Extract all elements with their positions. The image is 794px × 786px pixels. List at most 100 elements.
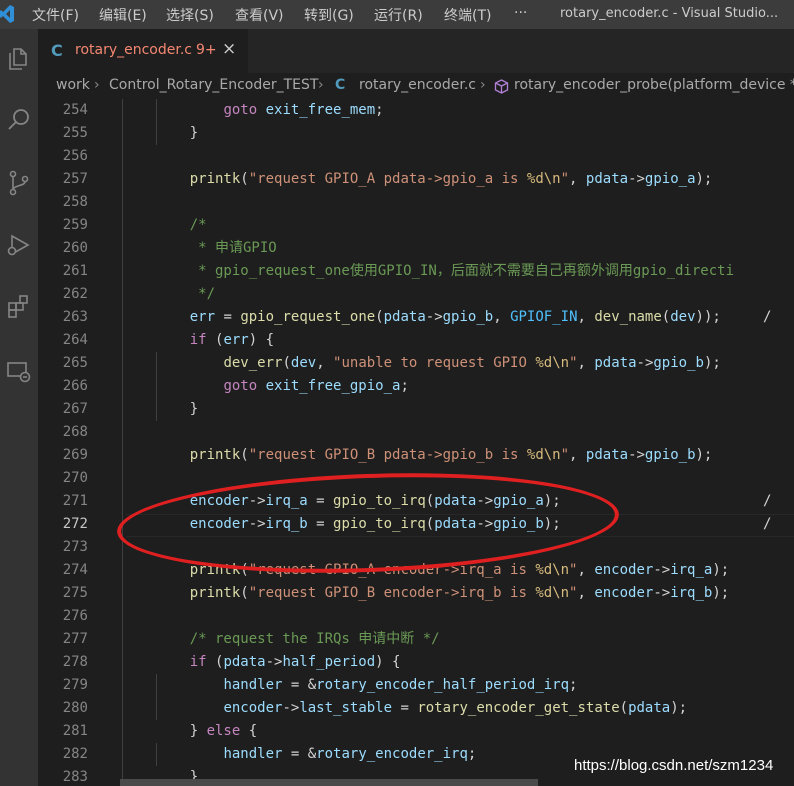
code-text[interactable]: } xyxy=(156,122,198,145)
code-text[interactable]: } xyxy=(156,398,198,421)
breadcrumb: work › Control_Rotary_Encoder_TEST › C r… xyxy=(38,73,794,99)
breadcrumb-item-symbol[interactable]: rotary_encoder_probe(platform_device *) xyxy=(514,77,794,93)
code-text[interactable]: if (err) { xyxy=(156,329,274,352)
code-line[interactable]: 261 * gpio_request_one使用GPIO_IN，后面就不需要自己… xyxy=(38,260,794,283)
code-text[interactable]: /* xyxy=(156,214,207,237)
code-text[interactable]: printk("request GPIO_B pdata->gpio_b is … xyxy=(156,444,713,467)
code-line[interactable]: 254 goto exit_free_mem; xyxy=(38,99,794,122)
code-line[interactable]: 265 dev_err(dev, "unable to request GPIO… xyxy=(38,352,794,375)
chevron-right-icon: › xyxy=(94,77,100,93)
menu-edit[interactable]: 编辑(E) xyxy=(99,5,147,25)
code-text[interactable]: handler = &rotary_encoder_half_period_ir… xyxy=(156,674,577,697)
line-number: 275 xyxy=(62,585,88,601)
breadcrumb-item-work[interactable]: work xyxy=(56,77,90,93)
menu-selection[interactable]: 选择(S) xyxy=(166,5,214,25)
code-text[interactable]: goto exit_free_gpio_a; xyxy=(156,375,408,398)
code-text[interactable]: * 申请GPIO xyxy=(156,237,277,260)
code-editor[interactable]: 254 goto exit_free_mem; 255 } 256 257 print… xyxy=(38,99,794,786)
code-line[interactable]: 264 if (err) { xyxy=(38,329,794,352)
tab-rotary-encoder[interactable]: C rotary_encoder.c 9+ × xyxy=(38,29,248,73)
line-number: 259 xyxy=(62,217,88,233)
line-number: 273 xyxy=(62,539,88,555)
code-line[interactable]: 275 printk("request GPIO_B encoder->irq_… xyxy=(38,582,794,605)
menu-terminal[interactable]: 终端(T) xyxy=(444,5,491,25)
code-text[interactable]: dev_err(dev, "unable to request GPIO %d\… xyxy=(156,352,720,375)
title-bar: 文件(F) 编辑(E) 选择(S) 查看(V) 转到(G) 运行(R) 终端(T… xyxy=(0,0,794,29)
code-line[interactable]: 262 */ xyxy=(38,283,794,306)
code-line[interactable]: 256 xyxy=(38,145,794,168)
line-number: 279 xyxy=(62,677,88,693)
code-text[interactable]: */ xyxy=(156,283,215,306)
code-text[interactable]: goto exit_free_mem; xyxy=(156,99,383,122)
code-line[interactable]: 269 printk("request GPIO_B pdata->gpio_b… xyxy=(38,444,794,467)
line-number: 263 xyxy=(62,309,88,325)
menu-more[interactable]: ··· xyxy=(514,5,527,21)
line-number: 270 xyxy=(62,470,88,486)
breadcrumb-item-folder[interactable]: Control_Rotary_Encoder_TEST xyxy=(109,77,318,93)
close-icon[interactable]: × xyxy=(222,39,236,59)
code-line[interactable]: 255 } xyxy=(38,122,794,145)
code-text[interactable]: /* request the IRQs 申请中断 */ xyxy=(156,628,440,651)
explorer-icon[interactable] xyxy=(0,37,38,77)
code-text[interactable]: encoder->last_stable = rotary_encoder_ge… xyxy=(156,697,687,720)
remote-explorer-icon[interactable] xyxy=(0,351,38,391)
line-number: 266 xyxy=(62,378,88,394)
code-line[interactable]: 263 err = gpio_request_one(pdata->gpio_b… xyxy=(38,306,794,329)
code-line[interactable]: 260 * 申请GPIO xyxy=(38,237,794,260)
code-text[interactable]: handler = &rotary_encoder_irq; xyxy=(156,743,476,766)
line-number: 281 xyxy=(62,723,88,739)
code-line[interactable]: 267 } xyxy=(38,398,794,421)
activity-bar xyxy=(0,29,38,786)
code-text[interactable]: if (pdata->half_period) { xyxy=(156,651,401,674)
line-number: 257 xyxy=(62,171,88,187)
horizontal-scrollbar[interactable] xyxy=(120,779,538,786)
code-line[interactable]: 268 xyxy=(38,421,794,444)
code-text[interactable]: printk("request GPIO_A pdata->gpio_a is … xyxy=(156,168,713,191)
code-line[interactable]: 278 if (pdata->half_period) { xyxy=(38,651,794,674)
run-debug-icon[interactable] xyxy=(0,225,38,265)
search-icon[interactable] xyxy=(0,99,38,139)
code-line[interactable]: 276 xyxy=(38,605,794,628)
code-line[interactable]: 277 /* request the IRQs 申请中断 */ xyxy=(38,628,794,651)
c-file-icon: C xyxy=(51,41,63,60)
extensions-icon[interactable] xyxy=(0,287,38,327)
method-cube-icon xyxy=(494,79,509,94)
code-line[interactable]: 279 handler = &rotary_encoder_half_perio… xyxy=(38,674,794,697)
line-number: 282 xyxy=(62,746,88,762)
code-text[interactable]: * gpio_request_one使用GPIO_IN，后面就不需要自己再额外调… xyxy=(156,260,734,283)
line-number: 262 xyxy=(62,286,88,302)
menu-view[interactable]: 查看(V) xyxy=(235,5,284,25)
line-number: 264 xyxy=(62,332,88,348)
code-text[interactable]: printk("request GPIO_B encoder->irq_b is… xyxy=(156,582,730,605)
watermark: https://blog.csdn.net/szm1234 xyxy=(574,757,774,774)
breadcrumb-item-file[interactable]: rotary_encoder.c xyxy=(359,77,476,93)
line-number: 265 xyxy=(62,355,88,371)
code-line[interactable]: 259 /* xyxy=(38,214,794,237)
menu-run[interactable]: 运行(R) xyxy=(374,5,423,25)
chevron-right-icon: › xyxy=(480,77,486,93)
line-number: 269 xyxy=(62,447,88,463)
code-line[interactable]: 266 goto exit_free_gpio_a; xyxy=(38,375,794,398)
c-file-icon: C xyxy=(335,77,346,93)
line-number: 274 xyxy=(62,562,88,578)
menu-go[interactable]: 转到(G) xyxy=(304,5,354,25)
code-line[interactable]: 281 } else { xyxy=(38,720,794,743)
line-number: 267 xyxy=(62,401,88,417)
window-title: rotary_encoder.c - Visual Studio... xyxy=(560,6,779,21)
line-number: 260 xyxy=(62,240,88,256)
menu-file[interactable]: 文件(F) xyxy=(32,5,79,25)
vscode-logo-icon xyxy=(0,5,14,23)
line-number: 258 xyxy=(62,194,88,210)
source-control-icon[interactable] xyxy=(0,163,38,203)
line-number: 254 xyxy=(62,102,88,118)
line-number: 283 xyxy=(62,769,88,785)
code-line[interactable]: 280 encoder->last_stable = rotary_encode… xyxy=(38,697,794,720)
code-text[interactable]: } else { xyxy=(156,720,257,743)
problem-count-badge: 9+ xyxy=(196,42,217,58)
code-line[interactable]: 257 printk("request GPIO_A pdata->gpio_a… xyxy=(38,168,794,191)
tab-label: rotary_encoder.c xyxy=(75,42,192,58)
line-number: 280 xyxy=(62,700,88,716)
line-number: 277 xyxy=(62,631,88,647)
code-line[interactable]: 258 xyxy=(38,191,794,214)
code-text[interactable]: err = gpio_request_one(pdata->gpio_b, GP… xyxy=(156,306,772,329)
